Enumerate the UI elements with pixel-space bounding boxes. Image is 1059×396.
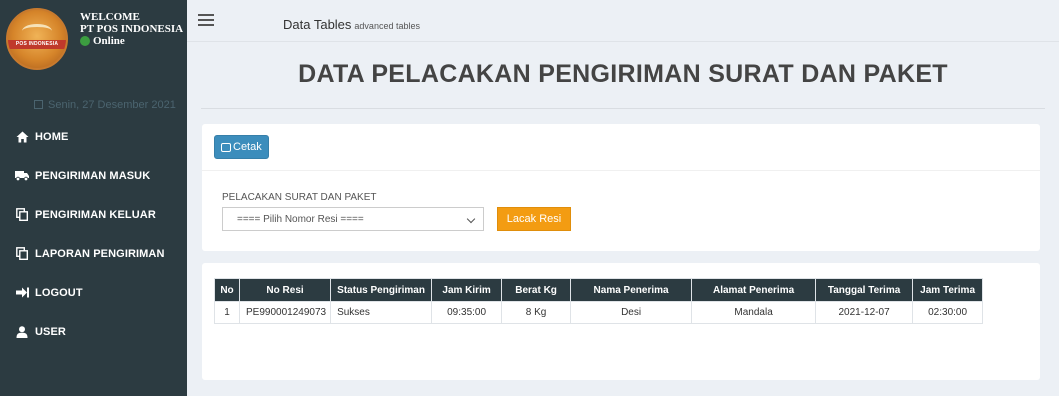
truck-icon xyxy=(15,169,29,183)
tracking-table: No No Resi Status Pengiriman Jam Kirim B… xyxy=(214,278,984,324)
print-icon xyxy=(221,142,231,152)
tracking-box: Cetak PELACAKAN SURAT DAN PAKET ==== Pil… xyxy=(202,124,1040,251)
table-row: 1 PE990001249073 Sukses 09:35:00 8 Kg De… xyxy=(214,301,984,324)
sidebar-item-label: PENGIRIMAN MASUK xyxy=(35,169,151,182)
calendar-icon xyxy=(34,100,43,109)
sidebar: POS INDONESIA WELCOME PT POS INDONESIA O… xyxy=(0,0,187,396)
online-label: Online xyxy=(93,35,125,47)
logo-wing xyxy=(22,24,52,38)
print-button-label: Cetak xyxy=(233,141,262,153)
table-cell-berat: 8 Kg xyxy=(501,301,572,324)
user-icon xyxy=(15,325,29,339)
column-header: Nama Penerima xyxy=(570,278,693,302)
online-dot-icon xyxy=(80,36,90,46)
track-resi-button[interactable]: Lacak Resi xyxy=(497,207,571,231)
sidebar-item-home[interactable]: HOME xyxy=(0,117,187,156)
table-cell-status: Sukses xyxy=(330,301,433,324)
tracking-form-label: PELACAKAN SURAT DAN PAKET xyxy=(222,192,377,203)
sidebar-menu: HOME PENGIRIMAN MASUK PENGIRIMAN KELUAR … xyxy=(0,117,187,351)
column-header: No Resi xyxy=(238,278,332,302)
date-display: Senin, 27 Desember 2021 xyxy=(34,99,176,111)
page-title: DATA PELACAKAN PENGIRIMAN SURAT DAN PAKE… xyxy=(298,60,948,88)
table-cell-tanggal: 2021-12-07 xyxy=(815,301,914,324)
table-cell-nama: Desi xyxy=(570,301,693,324)
table-cell-jam-terima: 02:30:00 xyxy=(912,301,984,324)
online-status: Online xyxy=(80,35,183,47)
column-header: No xyxy=(214,278,240,302)
page-header-subtitle: advanced tables xyxy=(354,21,420,31)
column-header: Alamat Penerima xyxy=(691,278,817,302)
results-box: No No Resi Status Pengiriman Jam Kirim B… xyxy=(202,263,1040,380)
welcome-text: WELCOME xyxy=(80,11,140,23)
sidebar-item-laporan-pengiriman[interactable]: LAPORAN PENGIRIMAN xyxy=(0,234,187,273)
sidebar-item-label: PENGIRIMAN KELUAR xyxy=(35,208,156,221)
user-info: WELCOME PT POS INDONESIA Online xyxy=(80,11,183,47)
table-cell-alamat: Mandala xyxy=(691,301,817,324)
page-header: Data Tables advanced tables xyxy=(283,17,420,32)
sidebar-item-label: LAPORAN PENGIRIMAN xyxy=(35,247,165,260)
main-content: DATA PELACAKAN PENGIRIMAN SURAT DAN PAKE… xyxy=(187,42,1059,396)
org-name: PT POS INDONESIA xyxy=(80,23,184,35)
sidebar-item-label: USER xyxy=(35,325,66,338)
box-divider xyxy=(202,170,1040,171)
hamburger-menu-icon[interactable] xyxy=(198,14,214,26)
resi-select[interactable]: ==== Pilih Nomor Resi ==== xyxy=(222,207,484,231)
sidebar-item-pengiriman-keluar[interactable]: PENGIRIMAN KELUAR xyxy=(0,195,187,234)
sidebar-item-logout[interactable]: LOGOUT xyxy=(0,273,187,312)
sidebar-item-user[interactable]: USER xyxy=(0,312,187,351)
page-header-title: Data Tables xyxy=(283,17,352,32)
copy-icon xyxy=(15,208,29,222)
table-cell-resi: PE990001249073 xyxy=(238,301,332,324)
table-cell-no: 1 xyxy=(214,301,240,324)
sidebar-item-label: LOGOUT xyxy=(35,286,83,299)
chevron-down-icon xyxy=(466,214,476,224)
column-header: Berat Kg xyxy=(501,278,572,302)
logo-band: POS INDONESIA xyxy=(8,40,66,49)
resi-select-value: ==== Pilih Nomor Resi ==== xyxy=(237,213,364,225)
copy-icon xyxy=(15,247,29,261)
top-header: Data Tables advanced tables xyxy=(187,0,1059,42)
pos-indonesia-logo: POS INDONESIA xyxy=(6,8,68,70)
column-header: Tanggal Terima xyxy=(815,278,914,302)
column-header: Status Pengiriman xyxy=(330,278,433,302)
title-divider xyxy=(201,108,1045,109)
sidebar-item-pengiriman-masuk[interactable]: PENGIRIMAN MASUK xyxy=(0,156,187,195)
date-text: Senin, 27 Desember 2021 xyxy=(48,99,176,111)
column-header: Jam Terima xyxy=(912,278,984,302)
sidebar-item-label: HOME xyxy=(35,130,69,143)
table-header-row: No No Resi Status Pengiriman Jam Kirim B… xyxy=(214,278,984,302)
sign-out-icon xyxy=(15,286,29,300)
home-icon xyxy=(15,130,29,144)
column-header: Jam Kirim xyxy=(431,278,503,302)
table-cell-jam-kirim: 09:35:00 xyxy=(431,301,503,324)
user-panel: POS INDONESIA WELCOME PT POS INDONESIA O… xyxy=(0,0,187,80)
print-button[interactable]: Cetak xyxy=(214,135,269,159)
